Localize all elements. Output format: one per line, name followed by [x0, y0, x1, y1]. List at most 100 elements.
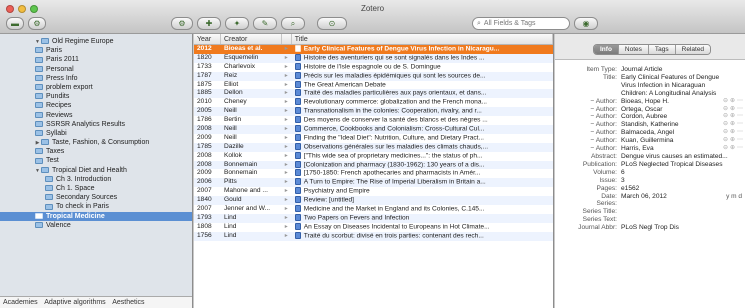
attachment-indicator-icon[interactable]: ▸	[282, 152, 292, 161]
field-label[interactable]: − Author:	[555, 98, 621, 106]
table-row[interactable]: 1786 Bertin ▸ Des moyens de conserver la sa…	[194, 116, 553, 125]
attachment-indicator-icon[interactable]: ▸	[282, 107, 292, 116]
field-value[interactable]: Standish, Katherine	[621, 121, 719, 129]
attachment-indicator-icon[interactable]: ▸	[282, 98, 292, 107]
column-header-title[interactable]: Title	[292, 34, 553, 44]
field-value[interactable]: Harris, Eva	[621, 145, 719, 153]
attachment-indicator-icon[interactable]: ▸	[282, 125, 292, 134]
table-row[interactable]: 1733 Charlevoix ▸ Histoire de l'Isle espagn…	[194, 62, 553, 72]
table-row[interactable]: 2005 Neill ▸ Transnationalism in the coloni…	[194, 107, 553, 117]
author-add-remove-icons[interactable]: ⊖⊕⋯	[723, 145, 745, 153]
attachment-indicator-icon[interactable]: ▸	[282, 161, 292, 170]
attachment-indicator-icon[interactable]: ▸	[282, 54, 292, 63]
table-row[interactable]: 2007 Jenner and W... ▸ Medicine and the Mar…	[194, 205, 553, 214]
collection-item[interactable]: Recipes	[0, 101, 192, 110]
field-value[interactable]: Early Clinical Features of Dengue Virus …	[621, 74, 731, 98]
field-value[interactable]: Ortega, Oscar	[621, 106, 719, 114]
table-row[interactable]: 1820 Esquemelin ▸ Histoire des aventuriers …	[194, 53, 553, 63]
field-value[interactable]: Dengue virus causes an estimated...	[621, 153, 731, 161]
collection-item[interactable]: ▶ Taste, Fashion, & Consumption	[0, 138, 192, 147]
field-value[interactable]	[621, 200, 731, 208]
tag-item[interactable]: Aesthetics	[112, 299, 144, 306]
attachment-indicator-icon[interactable]: ▸	[282, 45, 292, 54]
add-by-identifier-button[interactable]: ✦	[225, 17, 249, 30]
table-row[interactable]: 2008 Kollok ▸ ["This wide sea of proprietar…	[194, 151, 553, 161]
collection-item[interactable]: Press Info	[0, 74, 192, 83]
attachment-indicator-icon[interactable]: ▸	[282, 232, 292, 241]
table-row[interactable]: 2008 Neill ▸ Commerce, Cookbooks and Coloni…	[194, 125, 553, 134]
attachment-indicator-icon[interactable]: ▸	[282, 116, 292, 125]
attachment-indicator-icon[interactable]: ▸	[282, 169, 292, 178]
locate-button[interactable]: ◉	[574, 17, 598, 30]
field-value[interactable]: Cordon, Aubree	[621, 113, 719, 121]
collection-item[interactable]: Syllabi	[0, 129, 192, 138]
attachment-indicator-icon[interactable]: ▸	[282, 89, 292, 98]
author-add-remove-icons[interactable]: ⊖⊕⋯	[723, 121, 745, 129]
column-header-attachments[interactable]	[282, 34, 292, 44]
attachment-indicator-icon[interactable]: ▸	[282, 72, 292, 81]
collection-item[interactable]: Tropical Medicine	[0, 211, 192, 221]
field-label[interactable]: − Author:	[555, 121, 621, 129]
attachment-indicator-icon[interactable]: ▸	[282, 205, 292, 214]
new-note-button[interactable]: ✎	[253, 17, 277, 30]
attachment-indicator-icon[interactable]: ▸	[282, 214, 292, 223]
field-value[interactable]: PLoS Neglected Tropical Diseases	[621, 161, 731, 169]
table-row[interactable]: 1793 Lind ▸ Two Papers on Fevers and Infect…	[194, 213, 553, 223]
author-add-remove-icons[interactable]: ⊖⊕⋯	[723, 98, 745, 106]
collection-item[interactable]: Reviews	[0, 111, 192, 120]
collection-item[interactable]: Ch 3. Introduction	[0, 175, 192, 184]
field-value[interactable]: Kuan, Guillermina	[621, 137, 719, 145]
field-value[interactable]: Journal Article	[621, 66, 731, 74]
search-input[interactable]: ⌕ All Fields & Tags	[472, 17, 570, 30]
attachment-indicator-icon[interactable]: ▸	[282, 196, 292, 205]
table-row[interactable]: 1756 Lind ▸ Traité du scorbut: divisé en tr…	[194, 231, 553, 241]
table-row[interactable]: 2010 Cheney ▸ Revolutionary commerce: globa…	[194, 98, 553, 107]
collection-item[interactable]: problem export	[0, 83, 192, 92]
attachment-indicator-icon[interactable]: ▸	[282, 187, 292, 196]
table-row[interactable]: 2012 Bioeas et al. ▸ Early Clinical Feature…	[194, 45, 553, 54]
table-row[interactable]: 2007 Mahone and ... ▸ Psychiatry and Empire	[194, 187, 553, 196]
field-value[interactable]: Bioeas, Hope H.	[621, 98, 719, 106]
tab-info[interactable]: Info	[594, 45, 619, 54]
table-row[interactable]: 1787 Reiz ▸ Précis sur les maladies épidémi…	[194, 71, 553, 81]
field-label[interactable]: − Author:	[555, 129, 621, 137]
add-attachment-button[interactable]: ⌕	[281, 17, 305, 30]
collection-item[interactable]: Paris	[0, 46, 192, 55]
table-row[interactable]: 1785 Dazille ▸ Observations générales sur l…	[194, 142, 553, 152]
table-row[interactable]: 2009 Neill ▸ Finding the "Ideal Diet": Nutr…	[194, 133, 553, 143]
field-value[interactable]: e1562	[621, 185, 731, 193]
field-label[interactable]: − Author:	[555, 113, 621, 121]
field-value[interactable]	[621, 208, 731, 216]
field-value[interactable]: PLoS Negl Trop Dis	[621, 224, 731, 232]
attachment-indicator-icon[interactable]: ▸	[282, 134, 292, 143]
table-row[interactable]: 1875 Elliot ▸ The Great American Debate	[194, 80, 553, 90]
collection-item[interactable]: Pundits	[0, 92, 192, 101]
collection-item[interactable]: Personal	[0, 65, 192, 74]
table-row[interactable]: 1840 Gould ▸ Review: [untitled]	[194, 196, 553, 206]
attachment-indicator-icon[interactable]: ▸	[282, 223, 292, 232]
column-header-creator[interactable]: Creator	[221, 34, 282, 44]
field-label[interactable]: − Author:	[555, 106, 621, 114]
collection-item[interactable]: Valence	[0, 221, 192, 230]
tag-item[interactable]: Adaptive algorithms	[44, 299, 105, 306]
author-add-remove-icons[interactable]: ⊖⊕⋯	[723, 106, 745, 114]
table-row[interactable]: 1808 Lind ▸ An Essay on Diseases Incidental…	[194, 222, 553, 232]
new-item-button[interactable]: ✚	[197, 17, 221, 30]
collection-item[interactable]: Ch 1. Space	[0, 184, 192, 193]
field-label[interactable]: − Author:	[555, 145, 621, 153]
table-row[interactable]: 2009 Bonnemain ▸ [1750-1850: French apothec…	[194, 169, 553, 178]
table-row[interactable]: 1885 Dellon ▸ Traité des maladies particuli…	[194, 89, 553, 99]
field-value[interactable]: 3	[621, 177, 731, 185]
collection-item[interactable]: To check in Paris	[0, 202, 192, 211]
author-add-remove-icons[interactable]: ⊖⊕⋯	[723, 129, 745, 137]
tab-tags[interactable]: Tags	[648, 45, 676, 54]
collection-item[interactable]: Test	[0, 156, 192, 165]
collection-item[interactable]: Taxes	[0, 147, 192, 156]
tab-related[interactable]: Related	[675, 45, 711, 54]
field-value[interactable]: 6	[621, 169, 731, 177]
collection-item[interactable]: Paris 2011	[0, 55, 192, 64]
collection-item[interactable]: SSRSR Analytics Results	[0, 120, 192, 129]
field-value[interactable]	[621, 216, 731, 224]
attachment-indicator-icon[interactable]: ▸	[282, 178, 292, 187]
collection-item[interactable]: ▼ Old Regime Europe	[0, 37, 192, 46]
